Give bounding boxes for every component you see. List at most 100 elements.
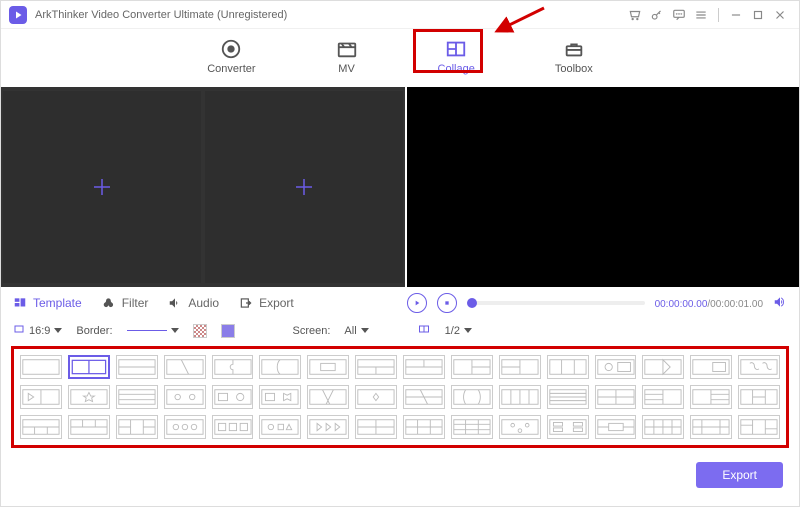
volume-icon[interactable] [773,295,787,312]
tab-filter[interactable]: Filter [102,296,149,310]
template-item[interactable] [259,355,301,379]
time-display: 00:00:00.00/00:00:01.00 [655,296,763,310]
border-line-preview [127,330,167,331]
template-item[interactable] [451,355,493,379]
maximize-button[interactable] [747,4,769,26]
template-item[interactable] [595,385,637,409]
template-item[interactable] [116,415,158,439]
template-grid [20,355,780,439]
toolbox-icon [563,39,585,59]
footer-row: Export [1,454,799,496]
tab-export[interactable]: Export [239,296,294,310]
mv-icon [336,39,358,59]
template-item[interactable] [642,355,684,379]
toolbar-tabs: Template Filter Audio Export 00:00:00.00… [1,287,799,319]
screen-dropdown[interactable]: All [344,325,368,337]
template-item[interactable] [403,355,445,379]
border-style-dropdown[interactable] [127,328,179,333]
border-pattern-swatch[interactable] [221,324,235,338]
template-item[interactable] [20,355,62,379]
nav-mv[interactable]: MV [326,35,368,79]
template-item[interactable] [259,415,301,439]
seek-slider[interactable] [467,301,645,305]
template-item[interactable] [164,355,206,379]
template-item[interactable] [164,385,206,409]
chevron-down-icon [54,328,62,333]
nav-toolbox[interactable]: Toolbox [545,35,603,79]
template-item[interactable] [690,385,732,409]
template-item[interactable] [355,355,397,379]
stop-button[interactable] [437,293,457,313]
nav-collage[interactable]: Collage [428,35,485,79]
template-item[interactable] [547,415,589,439]
filter-icon [102,296,116,310]
converter-icon [220,39,242,59]
tab-audio[interactable]: Audio [168,296,219,310]
preview-panel [407,87,799,287]
template-item[interactable] [690,415,732,439]
key-icon[interactable] [646,4,668,26]
toolbar-options: 16:9 Border: Screen: All 1/2 [1,319,799,346]
template-item[interactable] [499,415,541,439]
template-item[interactable] [68,355,110,379]
template-item[interactable] [116,355,158,379]
audio-icon [168,296,182,310]
template-item[interactable] [307,385,349,409]
template-item[interactable] [68,415,110,439]
screen-label: Screen: [293,325,331,337]
template-item[interactable] [642,385,684,409]
template-item[interactable] [212,385,254,409]
border-label: Border: [76,325,112,337]
template-item[interactable] [116,385,158,409]
template-item[interactable] [20,415,62,439]
export-button[interactable]: Export [696,462,783,488]
template-item[interactable] [403,415,445,439]
feedback-icon[interactable] [668,4,690,26]
template-item[interactable] [451,415,493,439]
template-item[interactable] [164,415,206,439]
export-icon [239,296,253,310]
template-item[interactable] [595,415,637,439]
ratio-dropdown[interactable]: 16:9 [13,323,62,338]
title-bar: ArkThinker Video Converter Ultimate (Unr… [1,1,799,29]
template-item[interactable] [355,415,397,439]
template-item[interactable] [738,415,780,439]
add-media-cell-1[interactable] [3,91,201,283]
template-item[interactable] [355,385,397,409]
app-title: ArkThinker Video Converter Ultimate (Unr… [35,9,287,21]
template-item[interactable] [307,355,349,379]
template-item[interactable] [403,385,445,409]
chevron-down-icon [361,328,369,333]
minimize-button[interactable] [725,4,747,26]
template-item[interactable] [499,385,541,409]
menu-icon[interactable] [690,4,712,26]
template-item[interactable] [547,385,589,409]
seek-thumb[interactable] [467,298,477,308]
border-color-swatch[interactable] [193,324,207,338]
template-item[interactable] [68,385,110,409]
template-item[interactable] [259,385,301,409]
play-button[interactable] [407,293,427,313]
template-item[interactable] [738,355,780,379]
collage-icon [445,39,467,59]
template-item[interactable] [20,385,62,409]
template-item[interactable] [738,385,780,409]
collage-canvas [1,87,407,287]
template-item[interactable] [642,415,684,439]
close-button[interactable] [769,4,791,26]
template-item[interactable] [547,355,589,379]
cart-icon[interactable] [624,4,646,26]
tab-template[interactable]: Template [13,296,82,310]
template-item[interactable] [595,355,637,379]
chevron-down-icon [464,328,472,333]
template-item[interactable] [212,415,254,439]
template-item[interactable] [307,415,349,439]
template-item[interactable] [499,355,541,379]
template-item[interactable] [212,355,254,379]
app-logo [9,6,27,24]
template-item[interactable] [451,385,493,409]
add-media-cell-2[interactable] [205,91,403,283]
template-item[interactable] [690,355,732,379]
split-dropdown[interactable]: 1/2 [445,325,472,337]
nav-converter[interactable]: Converter [197,35,265,79]
